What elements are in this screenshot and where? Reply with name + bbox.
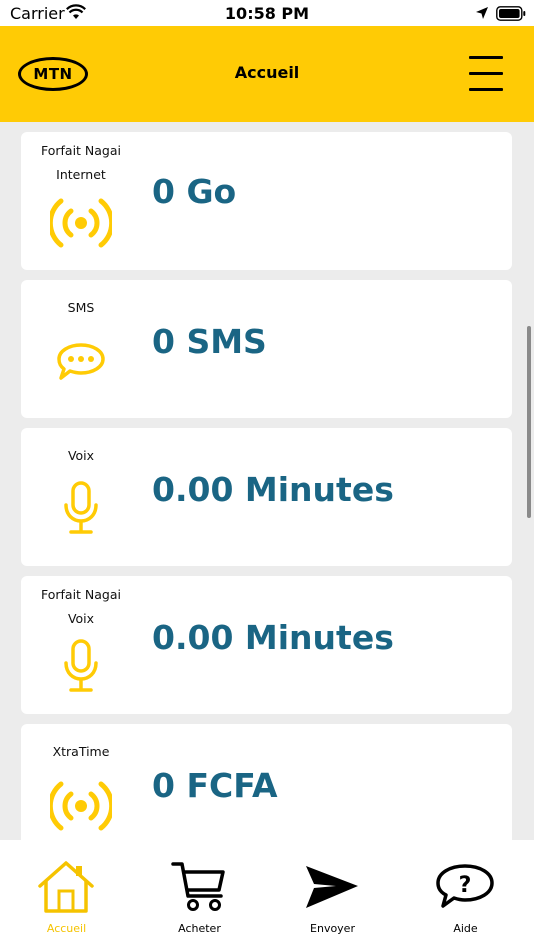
card-type-label: Internet bbox=[56, 167, 106, 182]
tab-aide[interactable]: ? Aide bbox=[399, 840, 532, 950]
tab-label: Aide bbox=[453, 922, 478, 935]
bottom-tab-bar: Accueil Acheter Envoyer ? Aide bbox=[0, 840, 534, 950]
card-type-label: Voix bbox=[67, 611, 95, 626]
cart-icon bbox=[171, 862, 225, 911]
microphone-icon bbox=[64, 481, 98, 534]
microphone-icon bbox=[64, 639, 98, 692]
card-type-label: SMS bbox=[67, 300, 95, 315]
tab-envoyer[interactable]: Envoyer bbox=[266, 840, 399, 950]
balance-card-xtratime[interactable]: XtraTime 0 FCFA bbox=[21, 724, 512, 840]
location-arrow-icon bbox=[476, 7, 488, 19]
status-bar: Carrier 10:58 PM bbox=[0, 0, 534, 26]
card-value: 0 Go bbox=[152, 172, 237, 211]
clock: 10:58 PM bbox=[224, 4, 310, 23]
hamburger-icon bbox=[469, 56, 503, 59]
card-value: 0 SMS bbox=[152, 322, 267, 361]
menu-button[interactable] bbox=[467, 56, 507, 92]
tab-acheter[interactable]: Acheter bbox=[133, 840, 266, 950]
card-value: 0.00 Minutes bbox=[152, 470, 394, 509]
send-icon bbox=[306, 866, 358, 908]
card-value: 0.00 Minutes bbox=[152, 618, 394, 657]
chat-bubble-icon bbox=[57, 343, 105, 380]
broadcast-icon bbox=[50, 781, 112, 831]
tab-accueil[interactable]: Accueil bbox=[0, 840, 133, 950]
page-title: Accueil bbox=[234, 63, 300, 82]
hamburger-line bbox=[469, 72, 503, 75]
card-value: 0 FCFA bbox=[152, 766, 278, 805]
balance-card-voice[interactable]: Voix 0.00 Minutes bbox=[21, 428, 512, 566]
home-icon bbox=[38, 861, 94, 913]
card-plan-label: Forfait Nagai bbox=[40, 587, 122, 602]
broadcast-icon bbox=[50, 198, 112, 248]
tab-label: Acheter bbox=[178, 922, 221, 935]
svg-text:?: ? bbox=[459, 873, 472, 898]
app-header: MTN Accueil bbox=[0, 26, 534, 122]
balance-card-sms[interactable]: SMS 0 SMS bbox=[21, 280, 512, 418]
scrollbar[interactable] bbox=[527, 326, 531, 518]
hamburger-line bbox=[469, 88, 503, 91]
card-type-label: Voix bbox=[67, 448, 95, 463]
help-bubble-icon: ? bbox=[436, 864, 494, 908]
tab-label: Accueil bbox=[46, 922, 87, 935]
tab-label: Envoyer bbox=[310, 922, 355, 935]
balance-card-plan-voice[interactable]: Forfait Nagai Voix 0.00 Minutes bbox=[21, 576, 512, 714]
balance-card-internet[interactable]: Forfait Nagai Internet 0 Go bbox=[21, 132, 512, 270]
card-type-label: XtraTime bbox=[52, 744, 110, 759]
battery-icon bbox=[496, 6, 526, 21]
card-plan-label: Forfait Nagai bbox=[40, 143, 122, 158]
balance-list[interactable]: Forfait Nagai Internet 0 Go SMS 0 SMS Vo… bbox=[0, 122, 534, 840]
